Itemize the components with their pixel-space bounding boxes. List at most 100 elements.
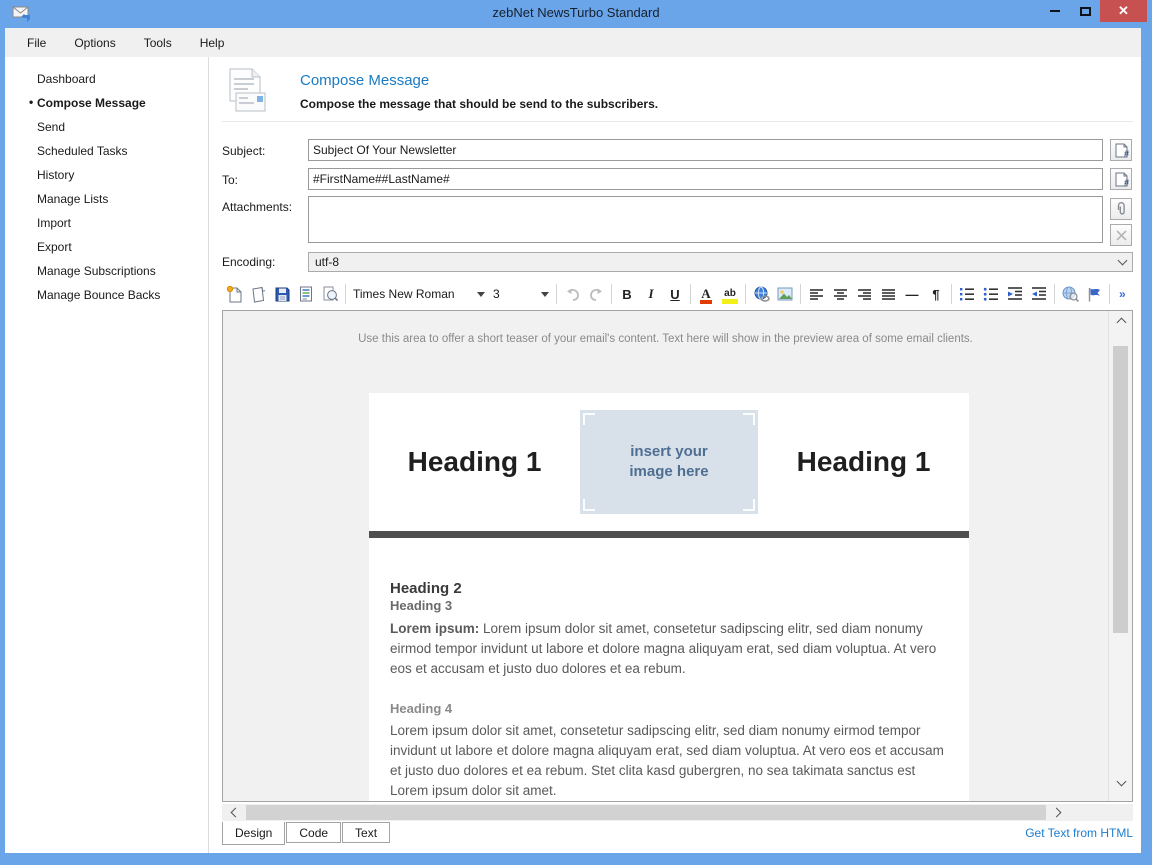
newsletter-body: Heading 2 Heading 3 Lorem ipsum: Lorem i…	[369, 538, 969, 801]
align-left-button[interactable]	[804, 283, 828, 306]
sidebar-item-scheduled-tasks[interactable]: Scheduled Tasks	[5, 139, 205, 163]
bullet-list-button[interactable]	[979, 283, 1003, 306]
window-controls: ✕	[1040, 0, 1147, 22]
app-window: zebNet NewsTurbo Standard ✕ File Options…	[0, 0, 1152, 865]
insert-image-button[interactable]	[773, 283, 797, 306]
maximize-button[interactable]	[1070, 0, 1100, 22]
delete-x-icon	[1116, 230, 1127, 241]
scroll-right-arrow[interactable]	[1046, 809, 1070, 816]
close-button[interactable]: ✕	[1100, 0, 1147, 22]
minimize-button[interactable]	[1040, 0, 1070, 22]
numbered-list-button[interactable]	[955, 283, 979, 306]
attach-file-button[interactable]	[1110, 198, 1132, 220]
encoding-select[interactable]: utf-8	[308, 252, 1133, 272]
sidebar: Dashboard •Compose Message Send Schedule…	[5, 57, 208, 853]
font-family-select[interactable]: Times New Roman	[349, 285, 489, 303]
align-center-icon	[833, 288, 848, 301]
new-document-button[interactable]	[222, 283, 246, 306]
encoding-label: Encoding:	[222, 255, 275, 269]
sidebar-item-manage-bounce-backs[interactable]: Manage Bounce Backs	[5, 283, 205, 307]
image-placeholder[interactable]: insert your image here	[580, 410, 758, 514]
indent-button[interactable]	[1027, 283, 1051, 306]
subject-input[interactable]	[308, 139, 1103, 161]
outdent-button[interactable]	[1003, 283, 1027, 306]
toolbar-separator	[556, 284, 557, 304]
save-button[interactable]	[270, 283, 294, 306]
menu-tools[interactable]: Tools	[130, 31, 186, 55]
scroll-up-arrow[interactable]	[1109, 315, 1133, 331]
editor-canvas[interactable]: Use this area to offer a short teaser of…	[223, 311, 1108, 801]
tab-code[interactable]: Code	[286, 822, 341, 843]
undo-button[interactable]	[560, 283, 584, 306]
sidebar-item-manage-lists[interactable]: Manage Lists	[5, 187, 205, 211]
sidebar-item-history[interactable]: History	[5, 163, 205, 187]
scroll-down-arrow[interactable]	[1109, 781, 1133, 797]
crop-corner-icon	[743, 413, 755, 425]
menu-file[interactable]: File	[13, 31, 60, 55]
print-preview-button[interactable]	[318, 283, 342, 306]
sidebar-item-manage-subscriptions[interactable]: Manage Subscriptions	[5, 259, 205, 283]
open-document-icon	[251, 286, 265, 303]
redo-icon	[589, 288, 604, 301]
tab-text[interactable]: Text	[342, 822, 390, 843]
window-border-left	[0, 28, 5, 865]
formatting-toolbar: Times New Roman 3 B I U A ab	[222, 280, 1133, 308]
zoom-globe-icon	[1062, 286, 1079, 302]
zoom-globe-button[interactable]	[1058, 283, 1082, 306]
font-size-select[interactable]: 3	[489, 285, 553, 303]
to-insert-placeholder-button[interactable]: #	[1110, 168, 1132, 190]
sidebar-item-import[interactable]: Import	[5, 211, 205, 235]
horizontal-scrollbar[interactable]	[222, 804, 1133, 821]
highlight-button[interactable]: ab	[718, 283, 742, 306]
tab-design[interactable]: Design	[222, 822, 285, 845]
sidebar-item-compose-message[interactable]: •Compose Message	[5, 91, 205, 115]
align-right-button[interactable]	[852, 283, 876, 306]
newsletter-hero: Heading 1 insert your image here Heading…	[369, 393, 969, 531]
menu-options[interactable]: Options	[60, 31, 129, 55]
window-border-bottom	[0, 853, 1152, 865]
compose-message-icon	[224, 67, 266, 113]
editor-mode-tabs: Design Code Text	[222, 822, 391, 845]
insert-image-icon	[777, 287, 793, 301]
scroll-left-arrow[interactable]	[222, 809, 246, 816]
encoding-value: utf-8	[315, 255, 339, 269]
subject-insert-placeholder-button[interactable]: #	[1110, 139, 1132, 161]
numbered-list-icon	[959, 287, 975, 301]
remove-attachment-button[interactable]	[1110, 224, 1132, 246]
vertical-scroll-thumb[interactable]	[1113, 346, 1128, 633]
italic-button[interactable]: I	[639, 283, 663, 306]
flag-icon	[1087, 287, 1102, 302]
vertical-scrollbar[interactable]	[1108, 311, 1132, 801]
design-editor[interactable]: Use this area to offer a short teaser of…	[222, 310, 1133, 802]
insert-link-icon	[753, 286, 770, 302]
horizontal-scroll-thumb[interactable]	[246, 805, 1046, 820]
flag-button[interactable]	[1082, 283, 1106, 306]
get-text-from-html-link[interactable]: Get Text from HTML	[1025, 826, 1133, 840]
insert-link-button[interactable]	[749, 283, 773, 306]
redo-button[interactable]	[584, 283, 608, 306]
sidebar-item-export[interactable]: Export	[5, 235, 205, 259]
toolbar-separator	[611, 284, 612, 304]
open-document-button[interactable]	[246, 283, 270, 306]
heading2: Heading 2	[390, 580, 948, 597]
bullet-list-icon	[983, 287, 999, 301]
heading1-right: Heading 1	[758, 446, 969, 478]
edit-source-button[interactable]	[294, 283, 318, 306]
attachments-input[interactable]	[308, 196, 1103, 243]
align-center-button[interactable]	[828, 283, 852, 306]
toolbar-separator	[951, 284, 952, 304]
sidebar-item-dashboard[interactable]: Dashboard	[5, 67, 205, 91]
dropdown-arrow-icon	[541, 292, 549, 297]
underline-button[interactable]: U	[663, 283, 687, 306]
sidebar-item-send[interactable]: Send	[5, 115, 205, 139]
menu-help[interactable]: Help	[186, 31, 239, 55]
window-border-right	[1141, 28, 1152, 865]
horizontal-rule-button[interactable]: —	[900, 283, 924, 306]
toolbar-overflow-button[interactable]: »	[1119, 287, 1126, 301]
paragraph-marks-button[interactable]: ¶	[924, 283, 948, 306]
justify-button[interactable]	[876, 283, 900, 306]
to-input[interactable]	[308, 168, 1103, 190]
bold-button[interactable]: B	[615, 283, 639, 306]
font-color-icon: A	[701, 288, 710, 300]
font-color-button[interactable]: A	[694, 283, 718, 306]
